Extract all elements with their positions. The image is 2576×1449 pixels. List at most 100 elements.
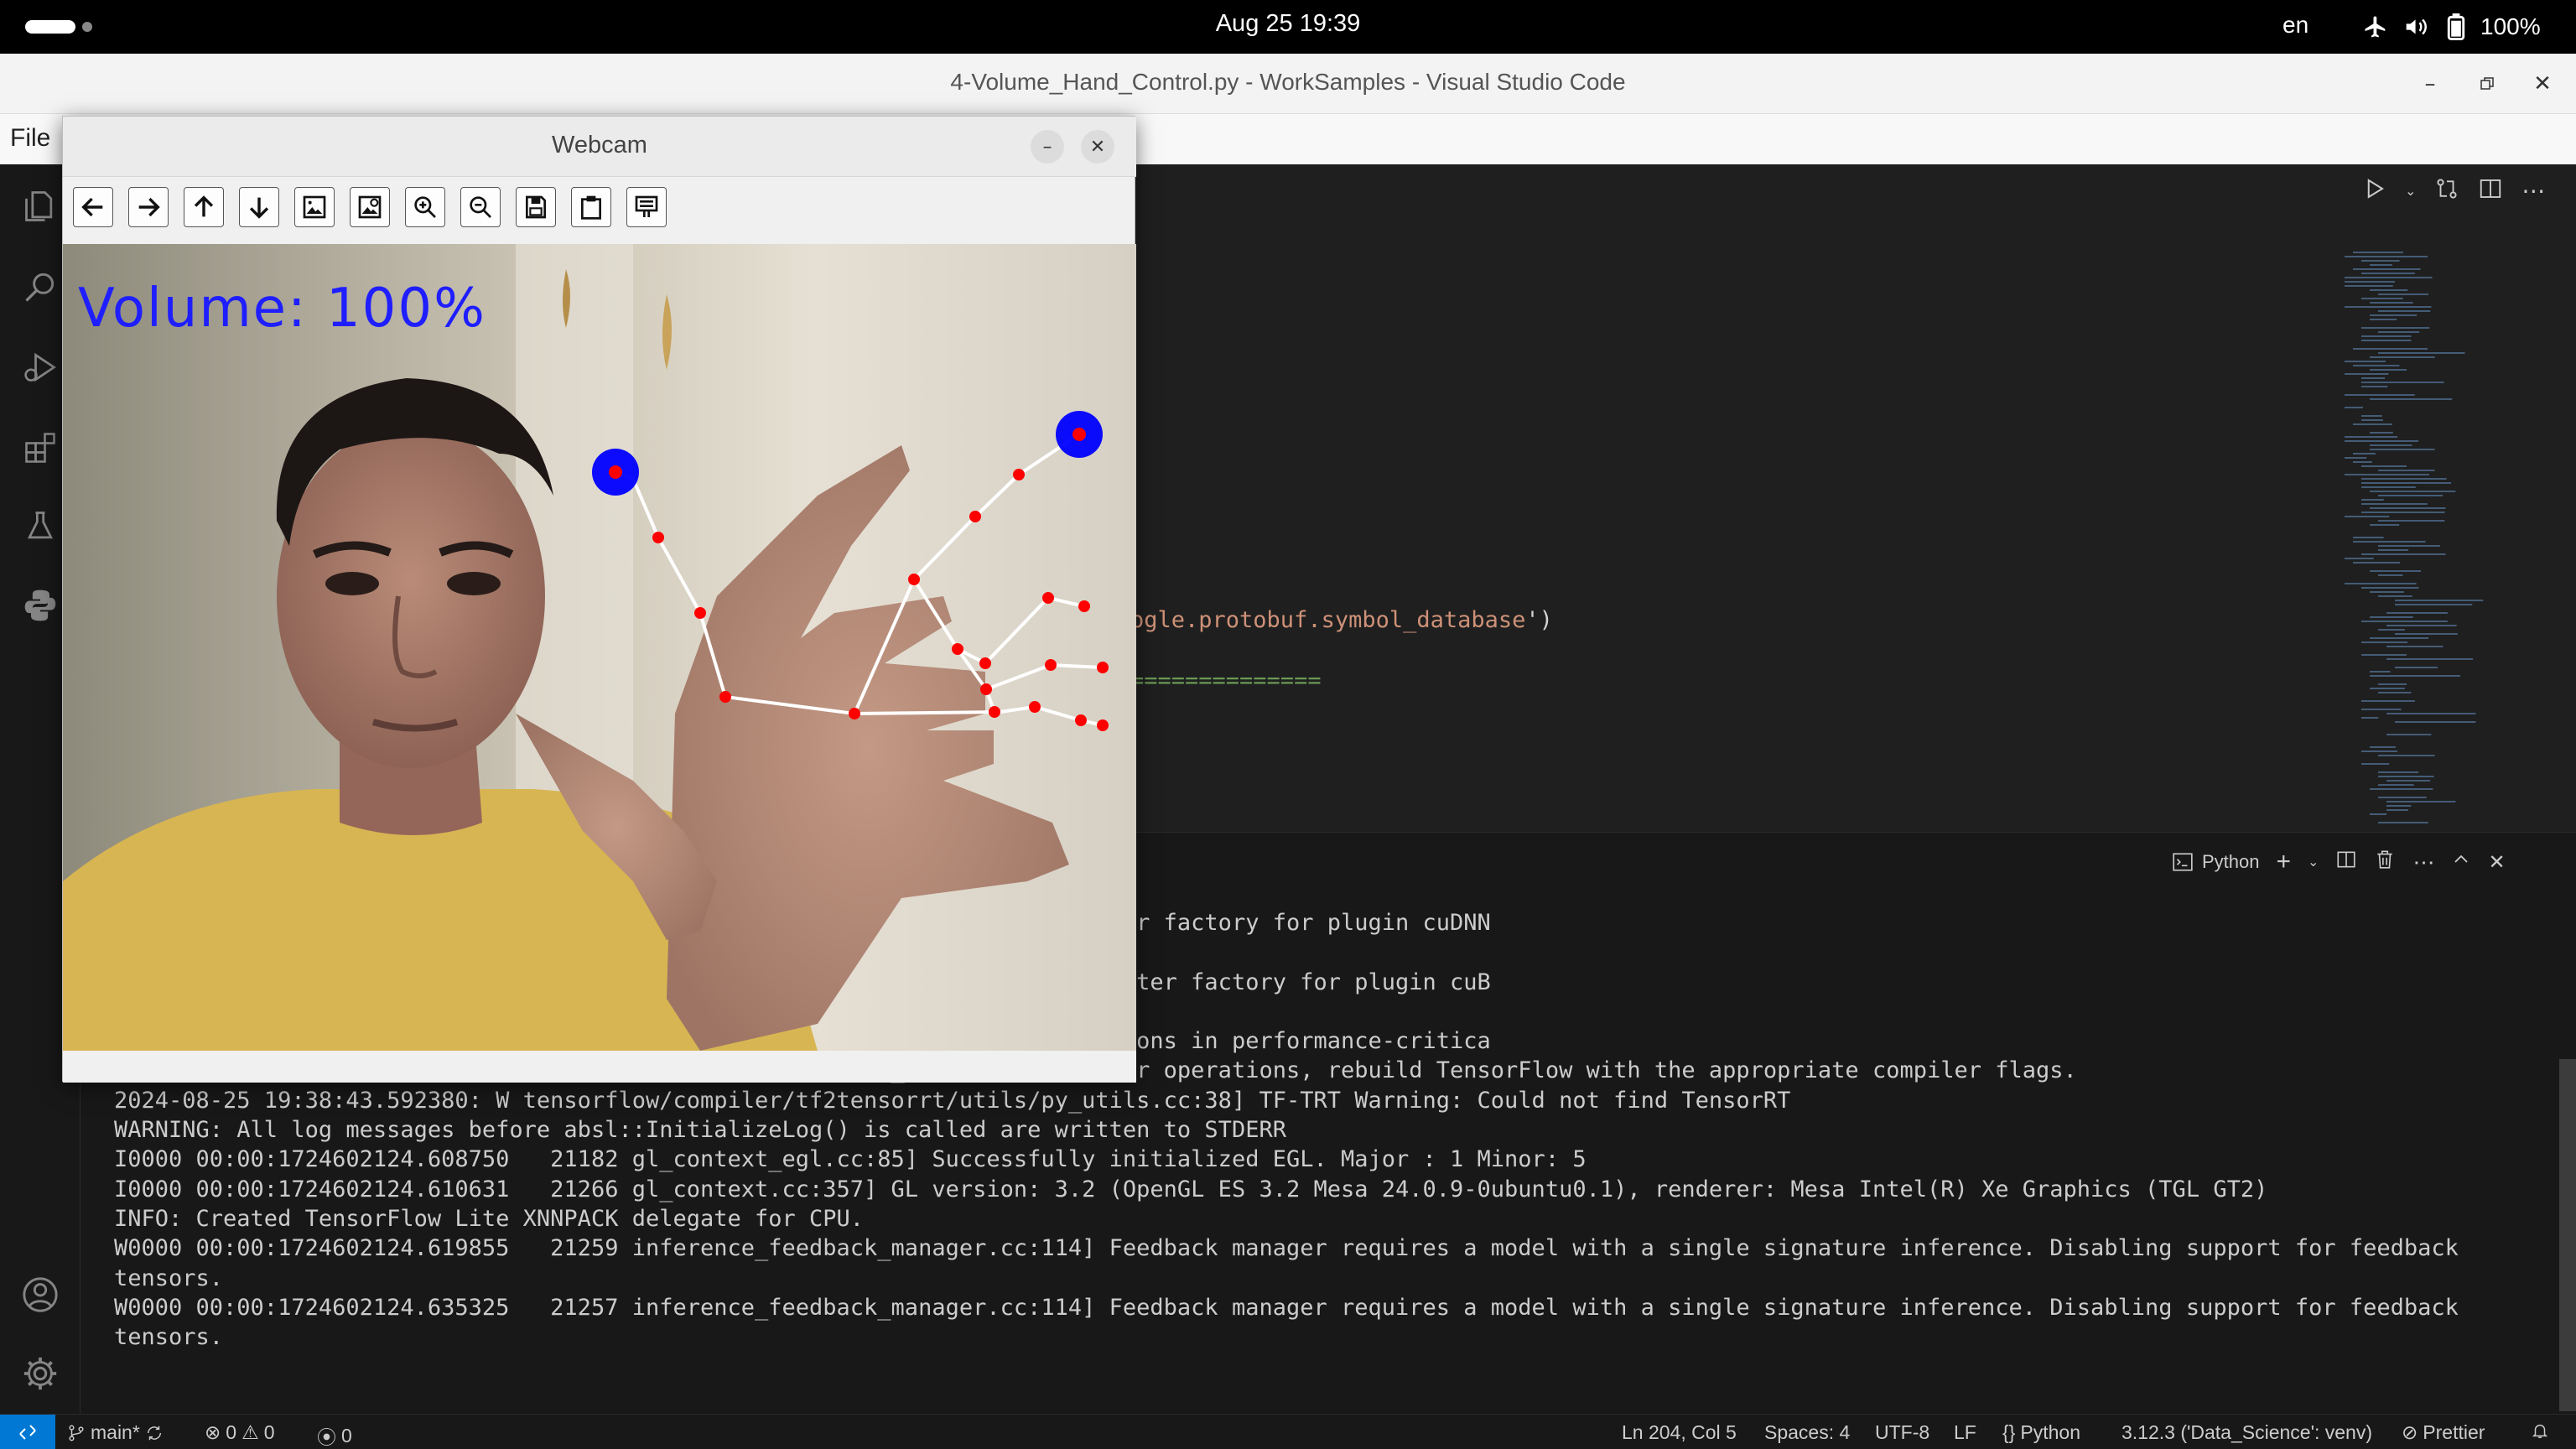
python-icon[interactable] [17,582,64,629]
battery-percentage: 100% [2480,13,2541,39]
line-endings[interactable]: LF [1954,1421,1976,1444]
split-terminal-icon[interactable] [2335,849,2357,875]
run-debug-icon[interactable] [17,344,64,391]
extensions-icon[interactable] [17,424,64,471]
webcam-toolbar [73,187,667,227]
broadcast-icon: ⦿ [317,1426,336,1448]
more-actions-icon[interactable]: ⋯ [2521,177,2545,205]
landmark-point [1042,592,1054,604]
airplane-mode-icon [2363,14,2388,39]
arrow-up-icon[interactable] [184,187,224,227]
webcam-scene [63,244,1136,1051]
close-button[interactable]: ✕ [2524,65,2561,102]
testing-icon[interactable] [17,503,64,550]
arrow-down-icon[interactable] [239,187,279,227]
search-icon[interactable] [17,263,64,310]
remote-icon [19,1425,36,1440]
encoding[interactable]: UTF-8 [1875,1421,1929,1444]
notifications-bell-icon[interactable] [2531,1421,2549,1440]
split-editor-icon[interactable] [2478,176,2503,205]
volume-overlay-text: Volume: 100% [78,278,486,340]
editor-toolbar: ⌄ ⋯ [2361,176,2545,205]
problems-indicator[interactable]: ⊗ 0 ⚠ 0 [205,1421,275,1444]
vscode-titlebar: 4-Volume_Hand_Control.py - WorkSamples -… [0,54,2576,114]
webcam-frame[interactable]: Volume: 100% [63,244,1136,1051]
save-icon[interactable] [516,187,556,227]
close-panel-icon[interactable]: ✕ [2488,850,2505,875]
landmark-point [849,708,860,719]
terminal-line: 2024-08-25 19:38:43.592380: W tensorflow… [114,1087,1791,1114]
ports-indicator[interactable]: ⦿ 0 [317,1421,352,1449]
remote-indicator[interactable] [0,1415,55,1449]
more-actions-icon[interactable]: ⋯ [2412,849,2434,875]
explorer-icon[interactable] [17,183,64,230]
code-string: ogle.protobuf.symbol_database [1130,607,1526,633]
sync-icon [147,1426,161,1440]
restore-button[interactable] [2469,65,2506,102]
terminal-line: I0000 00:00:1724602124.608750 21182 gl_c… [114,1146,1587,1173]
python-interpreter[interactable]: 3.12.3 ('Data_Science': venv) [2122,1421,2372,1444]
prettier-label: Prettier [2423,1421,2485,1443]
terminal-tab[interactable]: Python [2172,851,2260,873]
landmark-point [1078,600,1090,612]
system-tray[interactable]: 100% [2363,10,2541,44]
properties-icon[interactable] [626,187,667,227]
landmark-point [1075,714,1087,726]
panel-toolbar: Python + ⌄ ⋯ ✕ [2172,848,2506,876]
arrow-right-icon[interactable] [128,187,169,227]
right-eye [447,572,501,595]
terminal-line: WARNING: All log messages before absl::I… [114,1117,1286,1144]
terminal-shell-name: Python [2202,851,2260,872]
chevron-down-icon[interactable]: ⌄ [2405,183,2416,199]
indentation[interactable]: Spaces: 4 [1764,1421,1850,1444]
webcam-title: Webcam [552,132,647,158]
code-punctuation: ') [1525,607,1553,633]
branch-name: main* [91,1421,140,1443]
thumb-tip-point [609,465,622,479]
code-line[interactable]: ogle.protobuf.symbol_database') [1130,607,1553,633]
minimize-button[interactable]: – [2412,65,2449,102]
landmark-point [952,643,963,655]
branch-indicator[interactable]: main* [67,1421,164,1444]
image-icon[interactable] [294,187,335,227]
language-mode[interactable]: {} Python [2002,1421,2080,1444]
code-comment-line[interactable]: ============== [1130,667,1322,693]
index-tip-point [1072,428,1086,441]
landmark-point [1097,662,1109,673]
trash-icon[interactable] [2374,849,2396,875]
zoom-out-icon[interactable] [460,187,501,227]
left-eye [325,572,379,595]
arrow-left-icon[interactable] [73,187,113,227]
terminal-icon [2173,853,2193,871]
landmark-point [694,607,706,619]
terminal-line: I0000 00:00:1724602124.610631 21266 gl_c… [114,1176,2268,1202]
webcam-minimize-button[interactable]: – [1031,130,1064,164]
compare-changes-icon[interactable] [2434,176,2459,205]
clock[interactable]: Aug 25 19:39 [0,10,2576,38]
webcam-close-button[interactable]: ✕ [1081,130,1114,164]
system-top-bar: Aug 25 19:39 en 100% [0,0,2576,54]
webcam-titlebar[interactable]: Webcam – ✕ [63,117,1136,177]
landmark-point [1097,719,1109,731]
settings-gear-icon[interactable] [17,1350,64,1397]
cursor-position[interactable]: Ln 204, Col 5 [1622,1421,1737,1444]
zoom-in-icon[interactable] [405,187,445,227]
landmark-point [989,706,1000,718]
minimap[interactable] [2345,248,2576,827]
menu-file[interactable]: File [10,124,50,153]
chevron-down-icon[interactable]: ⌄ [2308,854,2319,870]
run-python-file-icon[interactable] [2361,176,2386,205]
landmark-point [969,511,981,522]
accounts-icon[interactable] [17,1271,64,1318]
error-icon: ⊗ [205,1421,221,1443]
maximize-panel-icon[interactable] [2451,849,2471,875]
new-terminal-icon[interactable]: + [2277,848,2292,876]
clipboard-icon[interactable] [571,187,611,227]
landmark-point [1029,701,1041,713]
terminal-scrollbar[interactable] [2559,1059,2576,1411]
error-count: 0 [226,1421,237,1443]
keyboard-layout[interactable]: en [2283,12,2309,39]
image-settings-icon[interactable] [350,187,390,227]
prettier-indicator[interactable]: ⊘ Prettier [2402,1421,2485,1444]
face [277,424,545,768]
